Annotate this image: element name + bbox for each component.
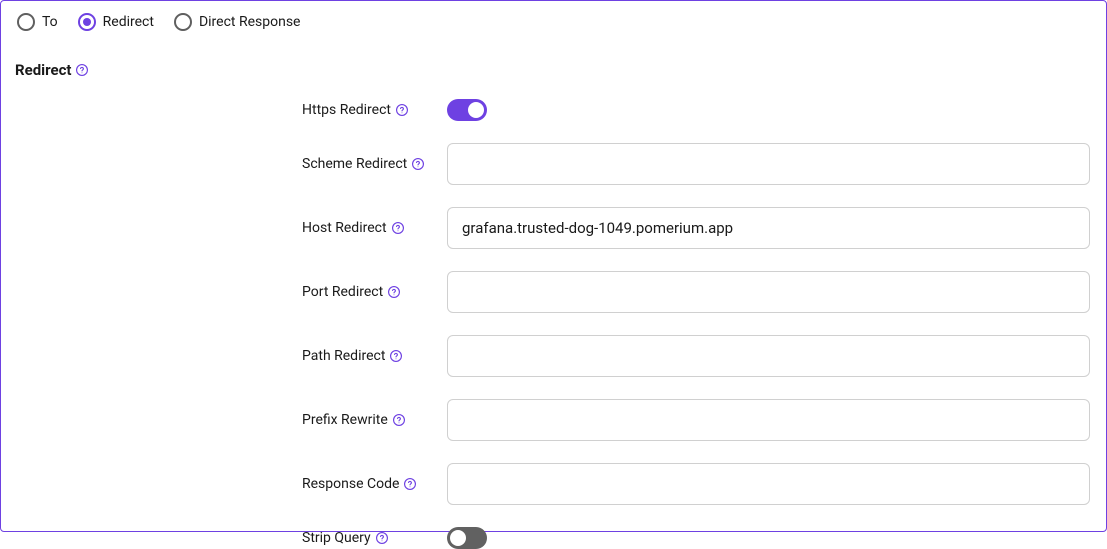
radio-redirect[interactable]: Redirect <box>78 13 154 31</box>
label-response-code: Response Code <box>302 476 399 492</box>
label-prefix-rewrite: Prefix Rewrite <box>302 412 388 428</box>
row-strip-query: Strip Query <box>302 527 1090 549</box>
input-prefix-rewrite[interactable] <box>447 399 1090 441</box>
help-icon[interactable] <box>411 157 425 171</box>
radio-to[interactable]: To <box>17 13 58 31</box>
section-title: Redirect <box>15 61 71 79</box>
row-path-redirect: Path Redirect <box>302 335 1090 377</box>
radio-redirect-label: Redirect <box>103 14 154 30</box>
redirect-config-panel: To Redirect Direct Response Redirect Htt… <box>0 0 1107 532</box>
row-scheme-redirect: Scheme Redirect <box>302 143 1090 185</box>
help-icon[interactable] <box>387 285 401 299</box>
toggle-strip-query[interactable] <box>447 527 487 549</box>
row-port-redirect: Port Redirect <box>302 271 1090 313</box>
radio-to-label: To <box>42 14 58 30</box>
radio-unchecked-icon <box>174 13 192 31</box>
label-strip-query: Strip Query <box>302 530 371 546</box>
input-response-code[interactable] <box>447 463 1090 505</box>
help-icon[interactable] <box>395 103 409 117</box>
radio-direct-response[interactable]: Direct Response <box>174 13 301 31</box>
help-icon[interactable] <box>75 63 89 77</box>
help-icon[interactable] <box>392 413 406 427</box>
radio-direct-response-label: Direct Response <box>199 14 301 30</box>
radio-checked-icon <box>78 13 96 31</box>
input-path-redirect[interactable] <box>447 335 1090 377</box>
row-response-code: Response Code <box>302 463 1090 505</box>
row-prefix-rewrite: Prefix Rewrite <box>302 399 1090 441</box>
label-scheme-redirect: Scheme Redirect <box>302 156 407 172</box>
mode-radio-group: To Redirect Direct Response <box>17 13 1090 31</box>
radio-unchecked-icon <box>17 13 35 31</box>
section-header: Redirect <box>15 61 1090 79</box>
help-icon[interactable] <box>389 349 403 363</box>
input-host-redirect[interactable] <box>447 207 1090 249</box>
label-host-redirect: Host Redirect <box>302 220 387 236</box>
redirect-form: Https Redirect Scheme Redirect Host Redi… <box>302 99 1090 549</box>
row-host-redirect: Host Redirect <box>302 207 1090 249</box>
label-port-redirect: Port Redirect <box>302 284 383 300</box>
input-port-redirect[interactable] <box>447 271 1090 313</box>
help-icon[interactable] <box>375 531 389 545</box>
label-path-redirect: Path Redirect <box>302 348 385 364</box>
toggle-https-redirect[interactable] <box>447 99 487 121</box>
label-https-redirect: Https Redirect <box>302 102 391 118</box>
help-icon[interactable] <box>391 221 405 235</box>
row-https-redirect: Https Redirect <box>302 99 1090 121</box>
input-scheme-redirect[interactable] <box>447 143 1090 185</box>
help-icon[interactable] <box>403 477 417 491</box>
